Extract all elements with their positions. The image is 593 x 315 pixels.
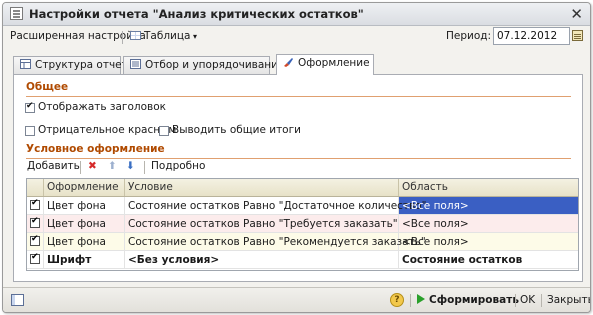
layout-icon[interactable] [11, 294, 24, 306]
tab-label: Отбор и упорядочивание [145, 59, 285, 71]
table-row[interactable]: Шрифт <Без условия> Состояние остатков [27, 251, 578, 269]
generate-label: Сформировать [429, 294, 519, 306]
details-button[interactable]: Подробно [151, 160, 205, 172]
help-icon[interactable]: ? [390, 293, 404, 307]
dropdown-arrow-icon: ▾ [190, 32, 198, 41]
show-header-label: Отображать заголовок [38, 101, 166, 113]
section-divider [26, 96, 571, 97]
toolbar-divider [144, 161, 145, 174]
table-row[interactable]: Цвет фона Состояние остатков Равно "Доста… [27, 197, 578, 215]
period-input[interactable] [493, 27, 570, 45]
status-bar: ? Сформировать OK Закрыть [3, 287, 590, 312]
tab-filter-sort[interactable]: Отбор и упорядочивание [123, 56, 284, 74]
ok-button[interactable]: OK [520, 294, 535, 306]
table-header: Оформление Условие Область [27, 179, 578, 197]
window-title: Настройки отчета "Анализ критических ост… [29, 7, 364, 21]
row-enabled-checkbox[interactable] [30, 198, 40, 210]
close-icon[interactable]: ✕ [570, 5, 583, 23]
negative-red-checkbox[interactable] [25, 126, 35, 136]
tab-report-structure[interactable]: Структура отчета [13, 56, 134, 74]
show-totals-checkbox[interactable] [159, 126, 169, 136]
toolbar-divider [80, 161, 81, 174]
conditional-section-title: Условное оформление [26, 143, 165, 155]
column-header-area[interactable]: Область [402, 181, 448, 193]
close-button[interactable]: Закрыть [547, 294, 590, 306]
row-condition-cell[interactable]: Состояние остатков Равно "Достаточное ко… [128, 200, 427, 212]
row-enabled-checkbox[interactable] [30, 252, 40, 264]
show-header-checkbox[interactable] [25, 101, 35, 113]
statusbar-divider [541, 294, 542, 307]
row-format-cell[interactable]: Цвет фона [47, 200, 106, 212]
negative-red-label: Отрицательное красным [38, 124, 177, 136]
move-down-icon[interactable]: ⬇ [126, 160, 135, 172]
row-format-cell[interactable]: Шрифт [47, 254, 91, 266]
advanced-settings-button[interactable]: Расширенная настройка [10, 30, 146, 42]
column-header-condition[interactable]: Условие [128, 181, 173, 193]
row-condition-cell[interactable]: Состояние остатков Равно "Требуется зака… [128, 218, 398, 230]
title-bar: Настройки отчета "Анализ критических ост… [3, 3, 590, 26]
show-totals-label: Выводить общие итоги [172, 124, 301, 136]
add-button[interactable]: Добавить [27, 160, 80, 172]
statusbar-divider [410, 294, 411, 307]
calendar-icon[interactable] [571, 28, 585, 44]
move-up-icon[interactable]: ⬆ [108, 160, 117, 172]
statusbar-divider [515, 294, 516, 307]
toolbar-divider [122, 31, 123, 44]
table-icon [130, 31, 141, 40]
tab-label: Оформление [298, 57, 370, 69]
row-format-cell[interactable]: Цвет фона [47, 218, 106, 230]
period-label: Период: [446, 30, 492, 42]
delete-icon[interactable]: ✖ [88, 160, 97, 172]
table-menu-label: Таблица [144, 30, 191, 42]
row-condition-cell[interactable]: Состояние остатков Равно "Рекомендуется … [128, 236, 426, 248]
table-row[interactable]: Цвет фона Состояние остатков Равно "Реком… [27, 233, 578, 251]
general-section-title: Общее [26, 81, 69, 93]
row-format-cell[interactable]: Цвет фона [47, 236, 106, 248]
table-menu-button[interactable]: Таблица ▾ [130, 30, 197, 42]
row-enabled-checkbox[interactable] [30, 216, 40, 228]
column-header-format[interactable]: Оформление [47, 181, 119, 193]
conditional-format-table: Оформление Условие Область Цвет фона Сост… [26, 178, 579, 271]
structure-icon [20, 59, 31, 69]
tab-label: Структура отчета [35, 59, 135, 71]
section-divider [26, 158, 571, 159]
settings-dialog: Настройки отчета "Анализ критических ост… [2, 2, 591, 313]
row-area-cell[interactable]: Состояние остатков [402, 254, 522, 266]
row-area-cell[interactable]: <Все поля> [402, 200, 469, 212]
tab-appearance[interactable]: Оформление [276, 54, 374, 75]
brush-icon [284, 58, 293, 67]
generate-button[interactable]: Сформировать [417, 294, 519, 306]
filter-icon [130, 59, 141, 69]
row-area-cell[interactable]: <Все поля> [402, 218, 469, 230]
row-enabled-checkbox[interactable] [30, 234, 40, 246]
row-condition-cell[interactable]: <Без условия> [128, 254, 219, 266]
table-row[interactable]: Цвет фона Состояние остатков Равно "Требу… [27, 215, 578, 233]
row-area-cell[interactable]: <Все поля> [402, 236, 469, 248]
play-icon [417, 294, 425, 304]
form-icon [10, 7, 23, 20]
